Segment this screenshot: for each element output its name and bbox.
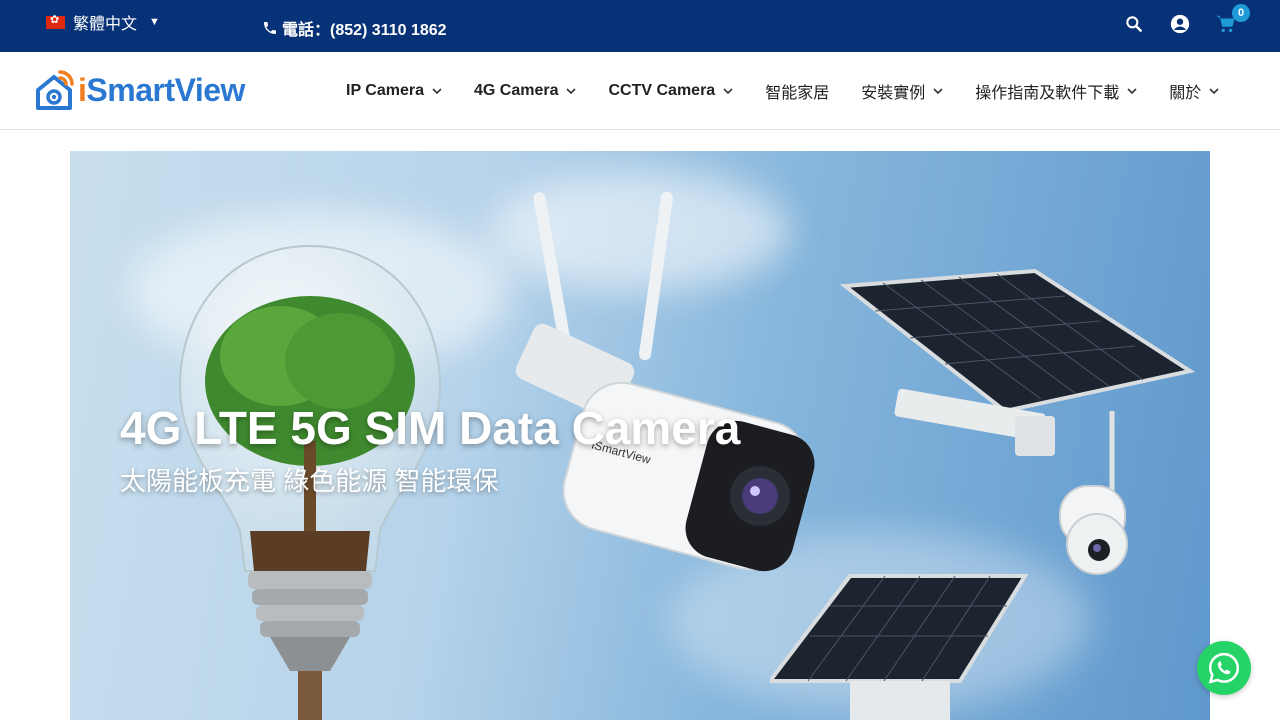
phone-icon — [264, 22, 276, 34]
main-navbar: iSmartView IP Camera 4G Camera CCTV Came… — [0, 52, 1280, 130]
nav-about[interactable]: 關於 — [1153, 79, 1235, 103]
nav-smart-home[interactable]: 智能家居 — [749, 79, 845, 103]
top-bar: 繁體中文 ▼ 電話：(852) 3110 1862 0 — [0, 0, 1280, 52]
home-camera-logo-icon — [36, 70, 74, 110]
nav-label: 操作指南及軟件下載 — [975, 85, 1120, 102]
logo-wordmark: iSmartView — [78, 71, 245, 108]
nav-guides-downloads[interactable]: 操作指南及軟件下載 — [959, 79, 1153, 103]
nav-label: 關於 — [1169, 85, 1202, 102]
chevron-down-icon — [566, 88, 577, 95]
language-label: 繁體中文 — [73, 16, 138, 33]
account-icon — [1170, 14, 1190, 34]
solar-ptz-camera-image — [839, 268, 1195, 575]
nav-label: 4G Camera — [473, 82, 559, 99]
account-button[interactable] — [1168, 12, 1192, 36]
whatsapp-icon — [1208, 652, 1240, 684]
solar-panel-image — [770, 574, 1029, 720]
chevron-down-icon — [723, 88, 733, 95]
chevron-down-icon — [432, 88, 442, 95]
whatsapp-chat-button[interactable] — [1197, 641, 1251, 695]
hero-title: 4G LTE 5G SIM Data Camera — [120, 402, 741, 454]
language-switcher[interactable]: 繁體中文 ▼ — [46, 10, 160, 34]
search-button[interactable] — [1122, 12, 1146, 36]
caret-down-icon: ▼ — [149, 16, 160, 28]
phone-link[interactable]: 電話：(852) 3110 1862 — [262, 16, 447, 40]
chevron-down-icon — [1209, 88, 1219, 95]
hero-subtitle: 太陽能板充電 綠色能源 智能環保 — [120, 466, 499, 496]
nav-label: CCTV Camera — [608, 82, 716, 99]
cart-button[interactable]: 0 — [1214, 4, 1250, 36]
cart-count-badge: 0 — [1232, 4, 1250, 22]
nav-ip-camera[interactable]: IP Camera — [330, 82, 458, 100]
nav-installation-cases[interactable]: 安裝實例 — [845, 79, 959, 103]
site-logo[interactable]: iSmartView — [34, 68, 245, 112]
nav-label: 智能家居 — [765, 85, 830, 102]
search-icon — [1126, 16, 1142, 32]
hong-kong-flag-icon — [46, 13, 65, 29]
nav-4g-camera[interactable]: 4G Camera — [458, 82, 593, 100]
chevron-down-icon — [933, 88, 943, 95]
primary-menu: IP Camera 4G Camera CCTV Camera 智能家居 安裝實… — [330, 52, 1235, 130]
phone-number: 電話：(852) 3110 1862 — [282, 22, 447, 39]
chevron-down-icon — [1127, 88, 1137, 95]
nav-label: IP Camera — [346, 82, 424, 99]
hero-banner[interactable]: iSmartView 4G LTE 5G SIM Data Camera 太陽能… — [70, 151, 1210, 720]
4g-bullet-camera-image: iSmartView — [515, 191, 815, 572]
nav-cctv-camera[interactable]: CCTV Camera — [592, 82, 749, 100]
nav-label: 安裝實例 — [861, 85, 926, 102]
